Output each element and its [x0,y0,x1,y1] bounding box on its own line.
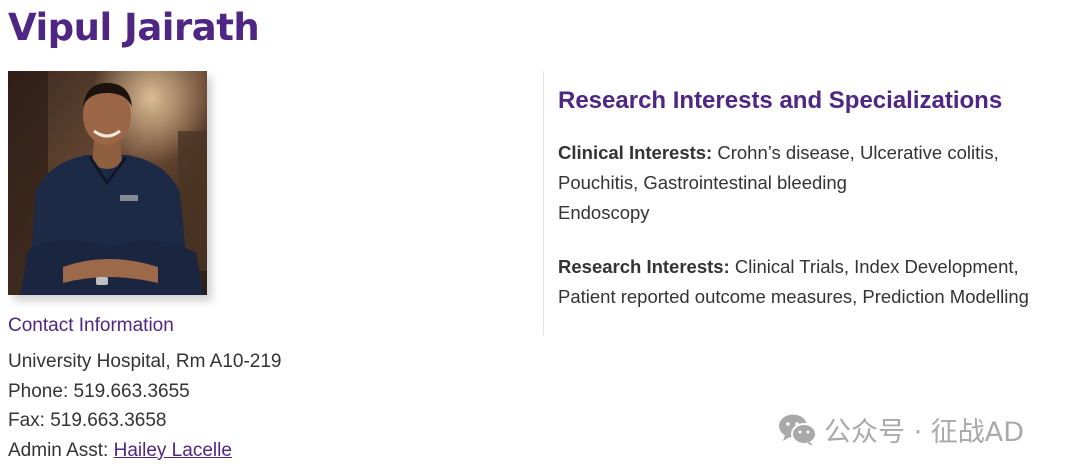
watermark-text: 公众号 · 征战AD [824,417,1025,448]
contact-heading: Contact Information [8,315,174,336]
research-interests-label: Research Interests: [558,256,730,277]
clinical-interests: Clinical Interests: Crohn’s disease, Ulc… [558,138,1073,228]
clinical-interests-extra: Endoscopy [558,202,650,223]
admin-label: Admin Asst: [8,440,114,461]
contact-admin: Admin Asst: Hailey Lacelle [8,438,232,464]
research-heading: Research Interests and Specializations [558,87,1003,114]
clinical-interests-label: Clinical Interests: [558,142,713,163]
contact-phone: Phone: 519.663.3655 [8,381,190,402]
column-divider [543,71,544,335]
page-title: Vipul Jairath [8,6,260,49]
wechat-icon [778,413,818,447]
admin-assistant-link[interactable]: Hailey Lacelle [114,440,232,461]
research-interests: Research Interests: Clinical Trials, Ind… [558,252,1073,312]
contact-fax: Fax: 519.663.3658 [8,410,167,431]
watermark: 公众号 · 征战AD [778,410,1024,449]
contact-address: University Hospital, Rm A10-219 [8,351,282,372]
profile-photo [8,71,207,295]
profile-page: Vipul Jairath Contact Information Univer… [0,0,1080,471]
